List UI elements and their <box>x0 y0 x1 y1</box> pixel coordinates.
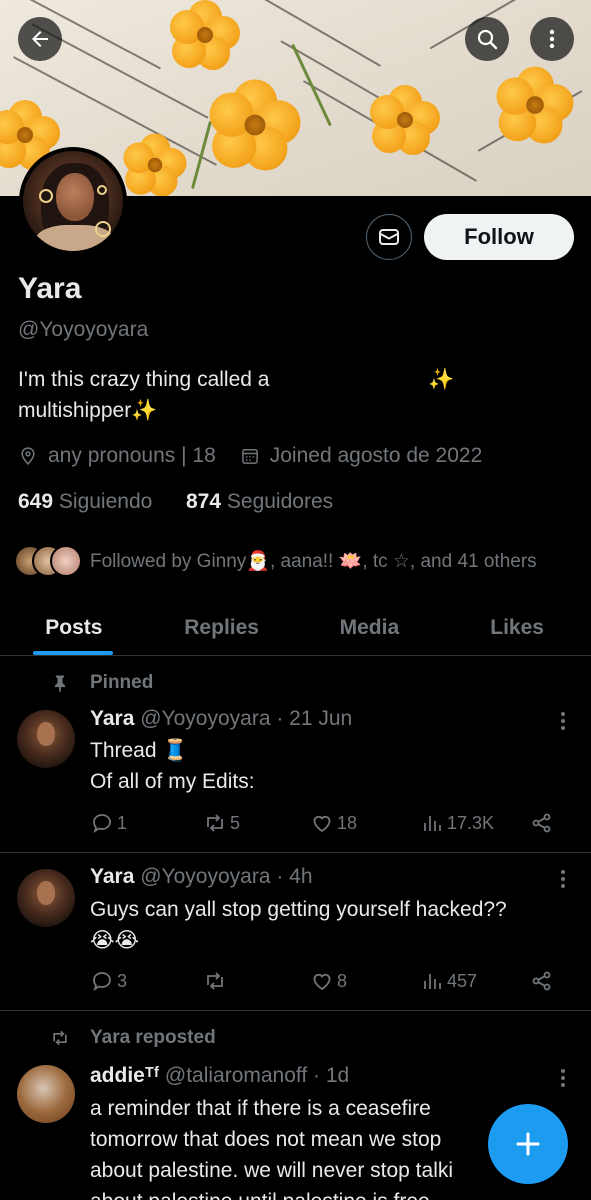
views-icon <box>424 974 441 989</box>
post-header: addieᵀᶠ @taliaromanoff · 1d <box>90 1064 349 1088</box>
location-pin-icon <box>21 447 35 465</box>
post-avatar[interactable] <box>17 869 75 927</box>
more-vertical-icon <box>549 29 555 49</box>
arrow-left-icon <box>32 31 48 47</box>
reply-button[interactable]: 3 <box>90 969 127 993</box>
post-text: Guys can yall stop getting yourself hack… <box>90 898 507 952</box>
post-author-name[interactable]: addieᵀᶠ <box>90 1064 159 1087</box>
post-header: Yara @Yoyoyoyara · 21 Jun <box>90 707 352 731</box>
heart-icon <box>313 973 331 991</box>
tab-media[interactable]: Media <box>296 600 444 655</box>
mail-icon <box>379 229 399 245</box>
follower-avatar <box>50 545 82 577</box>
like-button[interactable]: 18 <box>310 811 357 835</box>
post-author-name[interactable]: Yara <box>90 707 134 730</box>
followed-by-row[interactable]: Followed by Ginny🎅, aana!! 🪷, tc ☆, and … <box>14 545 537 577</box>
post-actions: 1 5 18 17.3K <box>90 811 560 837</box>
views-button[interactable]: 457 <box>420 969 477 993</box>
pin-icon <box>55 675 65 693</box>
repost-button[interactable]: 5 <box>203 811 240 835</box>
share-icon <box>532 813 551 833</box>
post-more-icon[interactable] <box>556 869 570 889</box>
back-button[interactable] <box>18 17 62 61</box>
pronouns-text: any pronouns | 18 <box>48 444 216 467</box>
post-text: Thread 🧵 Of all of my Edits: <box>90 739 255 793</box>
profile-name: Yara <box>18 272 82 305</box>
post-handle-time: @taliaromanoff · 1d <box>164 1064 350 1087</box>
share-button[interactable] <box>530 811 557 835</box>
post-avatar[interactable] <box>17 1065 75 1123</box>
views-button[interactable]: 17.3K <box>420 811 494 835</box>
post-header: Yara @Yoyoyoyara · 4h <box>90 865 313 889</box>
followed-by-text: Followed by Ginny🎅, aana!! 🪷, tc ☆, and … <box>90 551 537 572</box>
share-button[interactable] <box>530 969 557 993</box>
post-pinned[interactable]: Pinned Yara @Yoyoyoyara · 21 Jun Thread … <box>0 656 591 853</box>
repost-context-label: Yara reposted <box>50 1027 216 1049</box>
post-handle-time: @Yoyoyoyara · 21 Jun <box>140 707 353 730</box>
repost-button[interactable] <box>203 969 230 993</box>
profile-avatar[interactable] <box>19 147 127 255</box>
post-actions: 3 8 457 <box>90 969 560 995</box>
profile-tabs: Posts Replies Media Likes <box>0 600 591 656</box>
reply-button[interactable]: 1 <box>90 811 127 835</box>
repost-icon <box>53 1030 67 1046</box>
message-button[interactable] <box>366 214 412 260</box>
reply-icon <box>93 972 111 992</box>
compose-post-button[interactable] <box>488 1104 568 1184</box>
search-icon <box>477 29 498 50</box>
post-handle-time: @Yoyoyoyara · 4h <box>140 865 313 888</box>
repost-icon <box>207 972 223 990</box>
active-tab-indicator <box>33 651 113 655</box>
pinned-label: Pinned <box>50 672 153 694</box>
post-more-icon[interactable] <box>556 711 570 731</box>
tab-posts[interactable]: Posts <box>0 600 148 655</box>
joined-date-text: Joined agosto de 2022 <box>269 444 483 467</box>
post-author-name[interactable]: Yara <box>90 865 134 888</box>
heart-icon <box>313 815 331 833</box>
follow-button[interactable]: Follow <box>424 214 574 260</box>
following-link[interactable]: 649 Siguiendo <box>18 490 152 513</box>
follow-stats: 649 Siguiendo 874 Seguidores <box>18 490 333 514</box>
bio-line-1: I'm this crazy thing called a <box>18 368 270 391</box>
repost-icon <box>207 814 223 832</box>
calendar-icon <box>241 449 258 464</box>
profile-handle: @Yoyoyoyara <box>18 318 149 341</box>
share-icon <box>532 971 551 991</box>
post[interactable]: Yara @Yoyoyoyara · 4h Guys can yall stop… <box>0 853 591 1011</box>
reply-icon <box>93 814 111 834</box>
search-button[interactable] <box>465 17 509 61</box>
post-more-icon[interactable] <box>556 1068 570 1088</box>
views-icon <box>424 816 441 831</box>
like-button[interactable]: 8 <box>310 969 347 993</box>
tab-replies[interactable]: Replies <box>148 600 296 655</box>
bio-sparkle: ✨ <box>428 368 455 391</box>
profile-meta: any pronouns | 18 Joined agosto de 2022 <box>18 444 482 468</box>
followers-link[interactable]: 874 Seguidores <box>186 490 333 513</box>
more-options-button[interactable] <box>530 17 574 61</box>
plus-icon <box>516 1132 540 1156</box>
post-avatar[interactable] <box>17 710 75 768</box>
bio-line-2: multishipper✨ <box>18 399 158 422</box>
profile-bio: I'm this crazy thing called a ✨ multishi… <box>18 364 498 426</box>
tab-likes[interactable]: Likes <box>443 600 591 655</box>
